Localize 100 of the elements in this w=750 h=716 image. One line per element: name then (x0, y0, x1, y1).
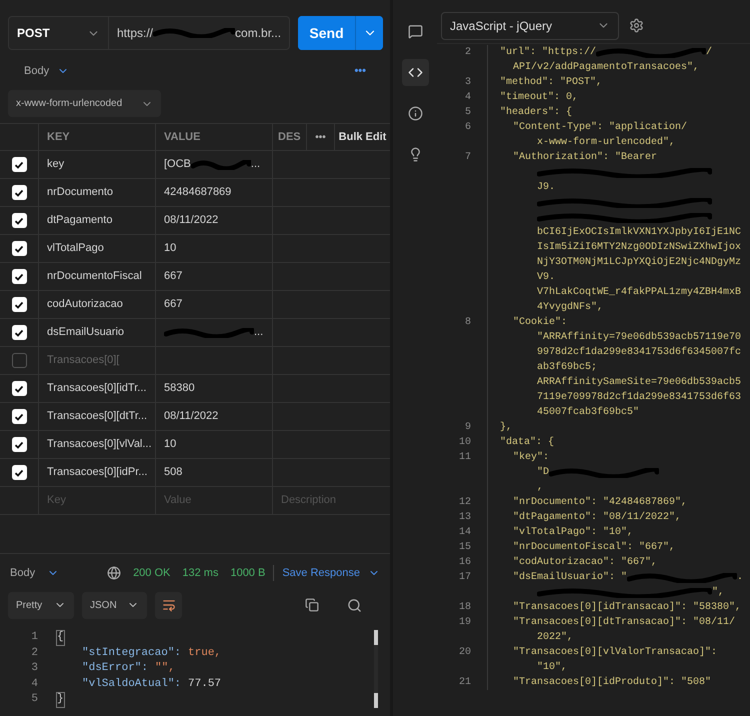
search-icon[interactable] (347, 598, 362, 612)
code-line: "nrDocumento": "42484687869", (513, 496, 688, 510)
line-number: 5 (464, 107, 471, 118)
code-line: 9978d2cf1da299e8341753d6f6345007fc (537, 346, 742, 360)
key-cell-text: nrDocumento (47, 185, 114, 200)
checkbox[interactable] (12, 381, 26, 396)
line-number: 6 (464, 122, 471, 133)
settings-icon[interactable] (629, 18, 644, 33)
value-cell-text: 10 (164, 241, 176, 256)
checkbox[interactable] (12, 297, 26, 312)
line-number: 4 (464, 92, 471, 103)
value-cell-text: [OCB (164, 157, 191, 172)
code-icon (408, 65, 422, 80)
checkbox[interactable] (12, 213, 26, 228)
info-icon (408, 106, 422, 121)
code-line: "Transacoes[0][dtTransacao]": "08/11/ (513, 616, 736, 630)
key-cell-text: Transacoes[0][idPr... (47, 465, 148, 480)
check-icon (14, 160, 24, 170)
code-brace: } (56, 692, 65, 708)
key-cell-text: Transacoes[0][idTr... (47, 381, 146, 396)
body-type-dropdown[interactable]: x-www-form-urlencoded (8, 90, 161, 117)
format-dropdown[interactable]: Pretty (8, 592, 74, 618)
code-line: }, (500, 420, 512, 435)
code-button[interactable] (402, 59, 428, 86)
value-cell-text: 508 (164, 465, 182, 480)
checkbox[interactable] (12, 465, 26, 480)
code-line: "Authorization": "Bearer (513, 150, 658, 165)
value-cell-text: 10 (164, 437, 176, 452)
save-response-button[interactable]: Save Response (282, 564, 380, 582)
code-line: bCI6IjExOCIsImlkVXN1YXJpbyI6IjE1NC (537, 226, 742, 240)
line-number: 20 (458, 647, 471, 658)
checkbox[interactable] (12, 241, 26, 256)
check-icon (14, 384, 24, 394)
copy-icon[interactable] (305, 598, 319, 612)
key-cell-text: vlTotalPago (47, 241, 104, 256)
wrap-icon (162, 598, 176, 612)
more-button[interactable]: ••• (315, 130, 326, 144)
code-line: ", (712, 586, 724, 600)
code-line: "codAutorizacao": "667", (513, 556, 658, 570)
language-dropdown[interactable]: JavaScript - jQuery (441, 12, 619, 40)
code-line: API/v2/addPagamentoTransacoes", (513, 60, 700, 75)
line-number: 5 (30, 692, 39, 707)
column-header: DES (278, 130, 301, 145)
line-number: 19 (458, 617, 471, 628)
value-cell-text: 58380 (164, 381, 195, 396)
check-icon (14, 272, 24, 282)
line-number: 7 (464, 152, 471, 163)
check-icon (14, 412, 24, 422)
code-line: "dsError": "", (82, 661, 175, 676)
code-line: "vlTotalPago": "10", (513, 526, 634, 540)
code-line: "D (537, 466, 550, 480)
globe-icon[interactable] (107, 566, 122, 580)
key-cell-text: dtPagamento (47, 213, 112, 228)
code-line: "dtPagamento": "08/11/2022", (513, 510, 682, 525)
check-icon (14, 468, 24, 478)
checkbox[interactable] (12, 353, 26, 368)
code-line: ARRAffinitySameSite=79e06db539acb5 (537, 376, 742, 390)
send-options-button[interactable] (355, 16, 384, 50)
code-line: "nrDocumentoFiscal": "667", (513, 540, 676, 555)
code-line: "method": "POST", (500, 76, 602, 90)
line-number: 4 (30, 676, 39, 692)
checkbox[interactable] (12, 409, 26, 424)
checkbox[interactable] (12, 185, 26, 200)
code-line: "Content-Type": "application/ (513, 120, 688, 135)
key-cell-text: codAutorizacao (47, 297, 123, 312)
bulk-edit-button[interactable]: Bulk Edit (338, 128, 386, 146)
line-number: 2 (464, 47, 471, 58)
value-cell-text: 08/11/2022 (164, 409, 218, 424)
code-line: , (537, 481, 544, 495)
key-cell-text: nrDocumentoFiscal (47, 269, 142, 284)
code-brace: { (56, 630, 65, 646)
value-cell-text: 42484687869 (164, 185, 232, 200)
more-button[interactable]: ••• (354, 62, 366, 80)
check-icon (14, 328, 24, 338)
ellipsis: ... (254, 325, 264, 340)
code-line: "vlSaldoAtual": 77.57 (82, 676, 222, 692)
code-line: V7hLakCoqtWE_r4fakPPAL1zmy4ZBH4mxB (537, 286, 742, 300)
line-number: 9 (464, 422, 471, 433)
line-number: 2 (30, 646, 39, 660)
check-icon (14, 300, 24, 310)
body-dropdown[interactable]: Body (24, 62, 70, 80)
wrap-button[interactable] (155, 592, 182, 618)
code-line: IsIm5iZiI6MTY2Nzg0ODIzNSwiZXhwIjox (537, 240, 742, 255)
value-cell-text: 667 (164, 297, 182, 312)
code-line: "url": "https:// (500, 46, 596, 60)
language-dropdown[interactable]: JSON (82, 592, 147, 618)
line-number: 15 (458, 542, 471, 553)
code-line: "data": { (500, 436, 554, 450)
line-number: 21 (458, 677, 471, 688)
line-number: 14 (458, 527, 471, 538)
time-text: 132 ms (182, 566, 218, 581)
code-line: NjY3OTM0NjM1LCJpYXQiOjE2Njc4NDgyMz (537, 256, 742, 270)
line-number: 10 (458, 437, 471, 448)
checkbox[interactable] (12, 325, 26, 340)
check-icon (14, 244, 24, 254)
checkbox[interactable] (12, 269, 26, 284)
checkbox[interactable] (12, 157, 26, 172)
body-dropdown[interactable]: Body (10, 564, 60, 582)
checkbox[interactable] (12, 437, 26, 452)
line-number: 16 (458, 557, 471, 568)
